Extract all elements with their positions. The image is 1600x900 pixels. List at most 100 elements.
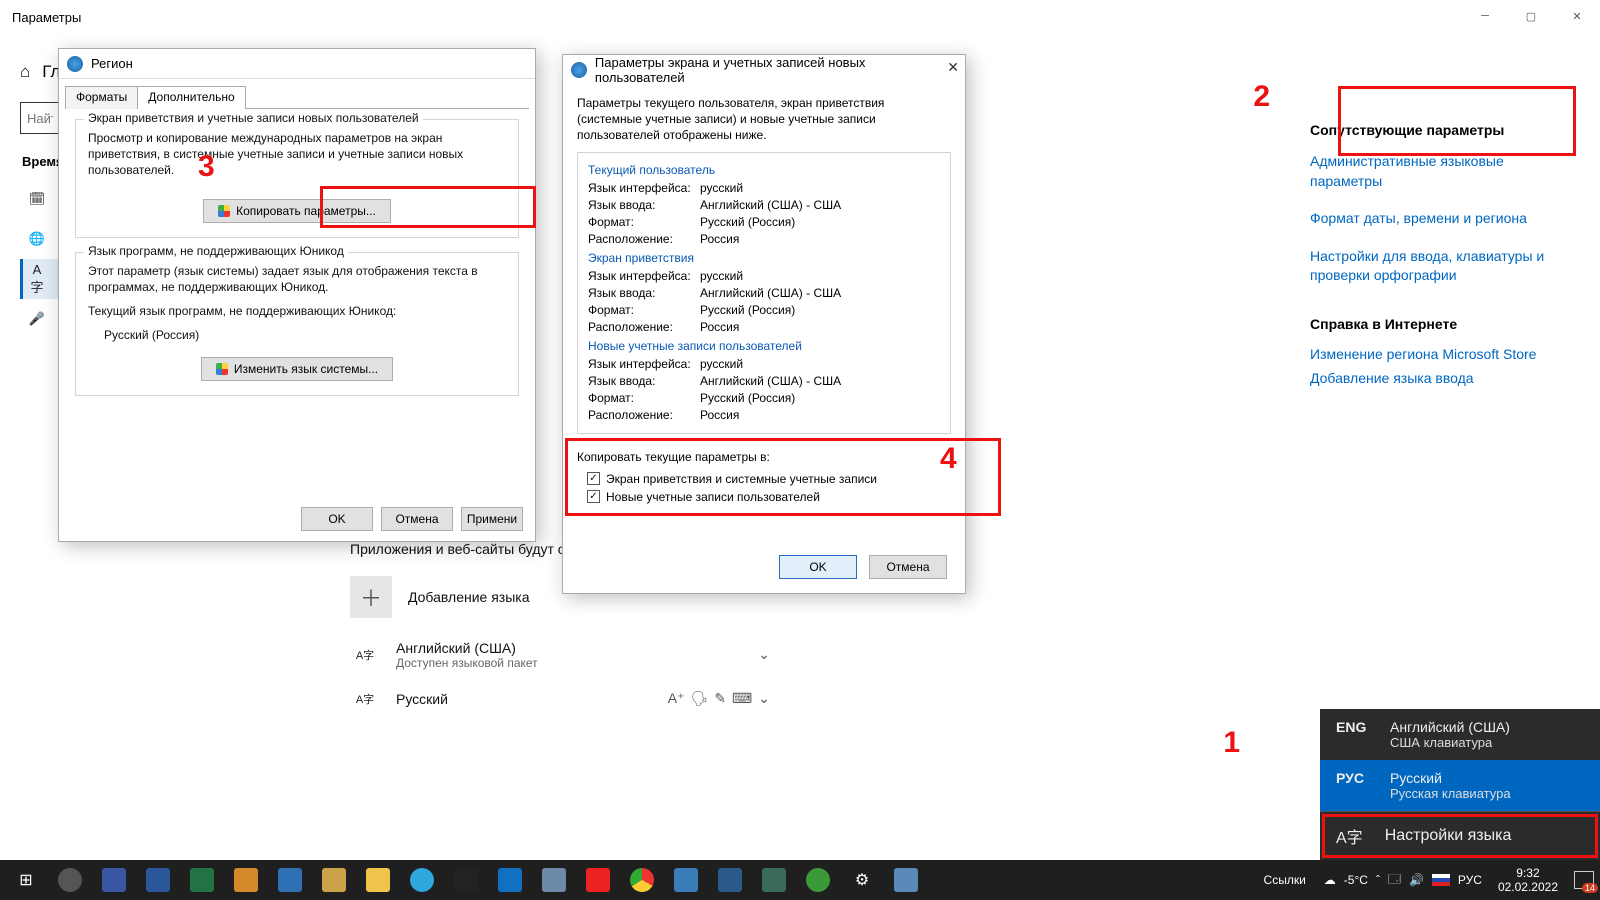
dialog-desc: Параметры текущего пользователя, экран п… [577, 95, 951, 144]
start-button[interactable]: ⊞ [4, 860, 48, 900]
window-controls: ─ ▢ ✕ [1462, 0, 1600, 32]
lang-option-english[interactable]: ENG Английский (США)США клавиатура [1320, 709, 1600, 760]
region-dialog: Регион Форматы Дополнительно Экран приве… [58, 48, 536, 542]
tab-strip: Форматы Дополнительно [65, 85, 529, 109]
store-region-link[interactable]: Изменение региона Microsoft Store [1310, 346, 1570, 362]
taskbar-app-word[interactable] [136, 860, 180, 900]
section-current-user: Текущий пользователь [578, 161, 950, 181]
tray-chevron-icon[interactable]: ˆ [1376, 873, 1380, 887]
taskbar-app-control-panel[interactable] [884, 860, 928, 900]
close-button[interactable]: ✕ [1554, 0, 1600, 32]
dialog-title: Параметры экрана и учетных записей новых… [595, 55, 957, 85]
lang-icon: A字 [350, 684, 380, 714]
language-preferences-button[interactable]: A字 Настройки языка [1320, 811, 1600, 860]
action-center-icon[interactable]: 14 [1574, 871, 1594, 889]
taskbar-app-excel[interactable] [180, 860, 224, 900]
language-item-russian[interactable]: A字 Русский A⁺ 🗣 ✎ ⌨ ⌄ [350, 684, 770, 714]
lang-sub: Русская клавиатура [1390, 786, 1511, 801]
button-label: Изменить язык системы... [234, 362, 378, 376]
keyboard-icon: ⌨ [732, 690, 752, 707]
value: русский [700, 357, 743, 371]
copy-settings-button[interactable]: Копировать параметры... [203, 199, 391, 223]
lang-name: Русский [1390, 770, 1442, 786]
label: Язык интерфейса: [588, 357, 700, 371]
value: Россия [700, 320, 739, 334]
lang-option-russian[interactable]: РУС РусскийРусская клавиатура [1320, 760, 1600, 811]
tab-administrative[interactable]: Дополнительно [137, 86, 245, 109]
group-desc: Просмотр и копирование международных пар… [88, 130, 506, 179]
lang-sub: Доступен языковой пакет [396, 656, 538, 670]
add-input-lang-link[interactable]: Добавление языка ввода [1310, 370, 1570, 386]
cancel-button[interactable]: Отмена [869, 555, 947, 579]
annotation-highlight [1322, 814, 1598, 858]
input-settings-link[interactable]: Настройки для ввода, клавиатуры и провер… [1310, 247, 1570, 286]
maximize-button[interactable]: ▢ [1508, 0, 1554, 32]
label: Язык интерфейса: [588, 269, 700, 283]
taskbar-app-notes[interactable] [312, 860, 356, 900]
system-locale-group: Язык программ, не поддерживающих Юникод … [75, 252, 519, 397]
label: Расположение: [588, 232, 700, 246]
ok-button[interactable]: OK [301, 507, 373, 531]
section-new-accounts: Новые учетные записи пользователей [578, 337, 950, 357]
lang-code: РУС [1336, 770, 1372, 786]
admin-lang-link[interactable]: Административные языковые параметры [1310, 152, 1570, 191]
taskbar-app-yandex[interactable] [48, 860, 92, 900]
lang-code: ENG [1336, 719, 1372, 735]
input-indicator[interactable]: РУС [1458, 873, 1482, 887]
clock-date: 02.02.2022 [1498, 880, 1558, 894]
change-system-locale-button[interactable]: Изменить язык системы... [201, 357, 393, 381]
taskbar-app-telegram[interactable] [400, 860, 444, 900]
lang-icon: A字 [350, 640, 380, 670]
label: Язык ввода: [588, 198, 700, 212]
taskbar-app-explorer[interactable] [356, 860, 400, 900]
taskbar-app-calc[interactable] [268, 860, 312, 900]
current-locale-value: Русский (Россия) [88, 327, 506, 343]
taskbar-app-settings[interactable]: ⚙ [840, 860, 884, 900]
apply-button[interactable]: Примени [461, 507, 523, 531]
group-legend: Экран приветствия и учетные записи новых… [84, 111, 423, 125]
close-icon[interactable]: ✕ [947, 59, 959, 76]
volume-icon[interactable]: 🔊 [1409, 873, 1424, 887]
taskbar-app-utorrent[interactable] [796, 860, 840, 900]
value: Русский (Россия) [700, 303, 795, 317]
taskbar-clock[interactable]: 9:32 02.02.2022 [1490, 866, 1566, 895]
tab-formats[interactable]: Форматы [65, 86, 138, 109]
plus-icon: ＋ [350, 576, 392, 618]
taskbar-app-chrome[interactable] [620, 860, 664, 900]
taskbar-app-rdp[interactable] [664, 860, 708, 900]
value: Английский (США) - США [700, 198, 841, 212]
welcome-accounts-group: Экран приветствия и учетные записи новых… [75, 119, 519, 238]
taskbar-app-visio[interactable] [92, 860, 136, 900]
flag-icon[interactable] [1432, 874, 1450, 886]
group-desc: Этот параметр (язык системы) задает язык… [88, 263, 506, 295]
region-dialog-icon [67, 56, 83, 72]
battery-icon[interactable]: 🗔 [1388, 870, 1401, 891]
taskbar-app-terminal[interactable] [444, 860, 488, 900]
taskbar-app-vbox[interactable] [708, 860, 752, 900]
value: Английский (США) - США [700, 286, 841, 300]
taskbar-links[interactable]: Ссылки [1264, 873, 1306, 887]
help-heading: Справка в Интернете [1310, 316, 1570, 332]
mic-icon: 🎤 [28, 311, 46, 327]
taskbar-app-anydesk[interactable] [576, 860, 620, 900]
calendar-icon: 🗓 [28, 191, 46, 207]
date-format-link[interactable]: Формат даты, времени и региона [1310, 209, 1570, 229]
minimize-button[interactable]: ─ [1462, 0, 1508, 32]
dialog-footer: OK Отмена [779, 555, 947, 579]
taskbar-app-outlook[interactable] [488, 860, 532, 900]
taskbar-app-paint[interactable] [224, 860, 268, 900]
label: Формат: [588, 303, 700, 317]
taskbar-app-wireshark[interactable] [752, 860, 796, 900]
button-label: Копировать параметры... [236, 204, 376, 218]
group-legend: Язык программ, не поддерживающих Юникод [84, 244, 348, 258]
taskbar-app-snip[interactable] [532, 860, 576, 900]
value: русский [700, 181, 743, 195]
chevron-down-icon: ⌄ [758, 690, 770, 707]
globe-icon: 🌐 [28, 231, 46, 247]
cancel-button[interactable]: Отмена [381, 507, 453, 531]
search-input[interactable] [20, 102, 60, 134]
weather-temp[interactable]: -5°C [1344, 873, 1368, 887]
shield-icon [216, 363, 228, 375]
ok-button[interactable]: OK [779, 555, 857, 579]
language-item-english[interactable]: A字 Английский (США) Доступен языковой па… [350, 640, 770, 670]
